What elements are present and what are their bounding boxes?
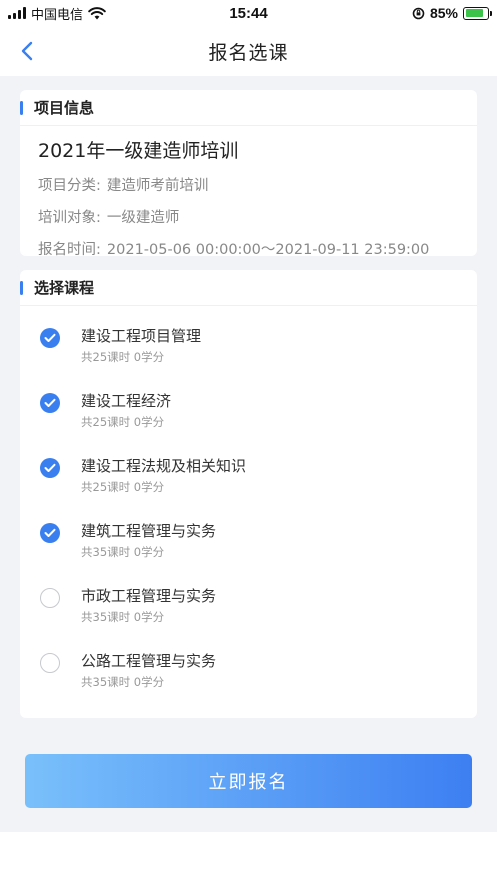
signal-icon xyxy=(8,7,26,19)
course-list: 建设工程项目管理 共25课时 0学分 建设工程经济 共25课时 0学分 建设工程… xyxy=(20,306,477,716)
course-name: 市政工程管理与实务 xyxy=(81,587,217,605)
project-info-header: 项目信息 xyxy=(20,90,477,126)
course-text: 公路工程管理与实务 共35课时 0学分 xyxy=(81,651,216,690)
course-meta: 共25课时 0学分 xyxy=(81,415,165,429)
carrier-name: 中国电信 xyxy=(31,6,84,22)
nav-bar: 报名选课 xyxy=(0,26,497,76)
orientation-lock-icon xyxy=(412,7,425,19)
course-text: 建设工程法规及相关知识 共25课时 0学分 xyxy=(81,456,246,495)
course-selection-header: 选择课程 xyxy=(20,270,477,306)
checked-circle-icon[interactable] xyxy=(40,523,60,543)
battery-icon xyxy=(463,6,492,20)
course-meta: 共25课时 0学分 xyxy=(81,480,165,494)
page-title: 报名选课 xyxy=(208,41,289,64)
project-name: 2021年一级建造师培训 xyxy=(38,140,239,162)
checked-circle-icon[interactable] xyxy=(40,393,60,413)
info-label: 报名时间: xyxy=(38,242,101,258)
project-info-card: 项目信息 2021年一级建造师培训 项目分类: 建造师考前培训 培训对象: 一级建造… xyxy=(20,90,477,259)
info-row-category: 项目分类: 建造师考前培训 xyxy=(38,174,477,195)
course-item[interactable]: 建设工程法规及相关知识 共25课时 0学分 xyxy=(20,456,477,521)
battery-fill xyxy=(465,9,484,17)
course-text: 建筑工程管理与实务 共35课时 0学分 xyxy=(81,521,216,560)
register-button[interactable]: 立即报名 xyxy=(25,754,472,808)
course-name: 建设工程项目管理 xyxy=(81,327,202,345)
course-name: 建设工程法规及相关知识 xyxy=(81,457,247,475)
unchecked-circle-icon[interactable] xyxy=(40,653,60,673)
status-bar: 中国电信 15:44 85% xyxy=(0,0,497,26)
course-name: 建设工程经济 xyxy=(81,392,172,410)
course-selection-card: 选择课程 建设工程项目管理 共25课时 0学分 建设工程经济 共25课时 0学分… xyxy=(20,270,477,718)
course-item[interactable]: 公路工程管理与实务 共35课时 0学分 xyxy=(20,651,477,716)
bottom-bar xyxy=(0,832,497,883)
course-text: 市政工程管理与实务 共35课时 0学分 xyxy=(81,586,216,625)
course-item[interactable]: 市政工程管理与实务 共35课时 0学分 xyxy=(20,586,477,651)
course-item[interactable]: 建设工程经济 共25课时 0学分 xyxy=(20,391,477,456)
info-label: 项目分类: xyxy=(38,178,101,194)
info-row-registration-time: 报名时间: 2021-05-06 00:00:00～2021-09-11 23:5… xyxy=(38,238,477,259)
info-value: 一级建造师 xyxy=(106,210,180,226)
battery-percent: 85% xyxy=(429,5,458,21)
course-text: 建设工程经济 共25课时 0学分 xyxy=(81,391,171,430)
info-value: 2021-05-06 00:00:00～2021-09-11 23:59:00 xyxy=(106,242,430,258)
info-row-audience: 培训对象: 一级建造师 xyxy=(38,206,477,227)
info-value: 建造师考前培训 xyxy=(106,178,209,194)
status-left: 中国电信 xyxy=(8,4,106,23)
info-label: 培训对象: xyxy=(38,210,101,226)
chevron-left-icon xyxy=(21,41,33,61)
unchecked-circle-icon[interactable] xyxy=(40,588,60,608)
course-name: 公路工程管理与实务 xyxy=(81,652,217,670)
back-button[interactable] xyxy=(14,38,40,64)
course-meta: 共35课时 0学分 xyxy=(81,610,165,624)
course-meta: 共35课时 0学分 xyxy=(81,675,165,689)
checked-circle-icon[interactable] xyxy=(40,328,60,348)
wifi-icon xyxy=(88,6,106,19)
course-text: 建设工程项目管理 共25课时 0学分 xyxy=(81,326,201,365)
course-item[interactable]: 建筑工程管理与实务 共35课时 0学分 xyxy=(20,521,477,586)
status-right: 85% xyxy=(412,5,492,21)
course-item[interactable]: 建设工程项目管理 共25课时 0学分 xyxy=(20,326,477,391)
course-name: 建筑工程管理与实务 xyxy=(81,522,217,540)
checked-circle-icon[interactable] xyxy=(40,458,60,478)
course-meta: 共35课时 0学分 xyxy=(81,545,165,559)
course-meta: 共25课时 0学分 xyxy=(81,350,165,364)
